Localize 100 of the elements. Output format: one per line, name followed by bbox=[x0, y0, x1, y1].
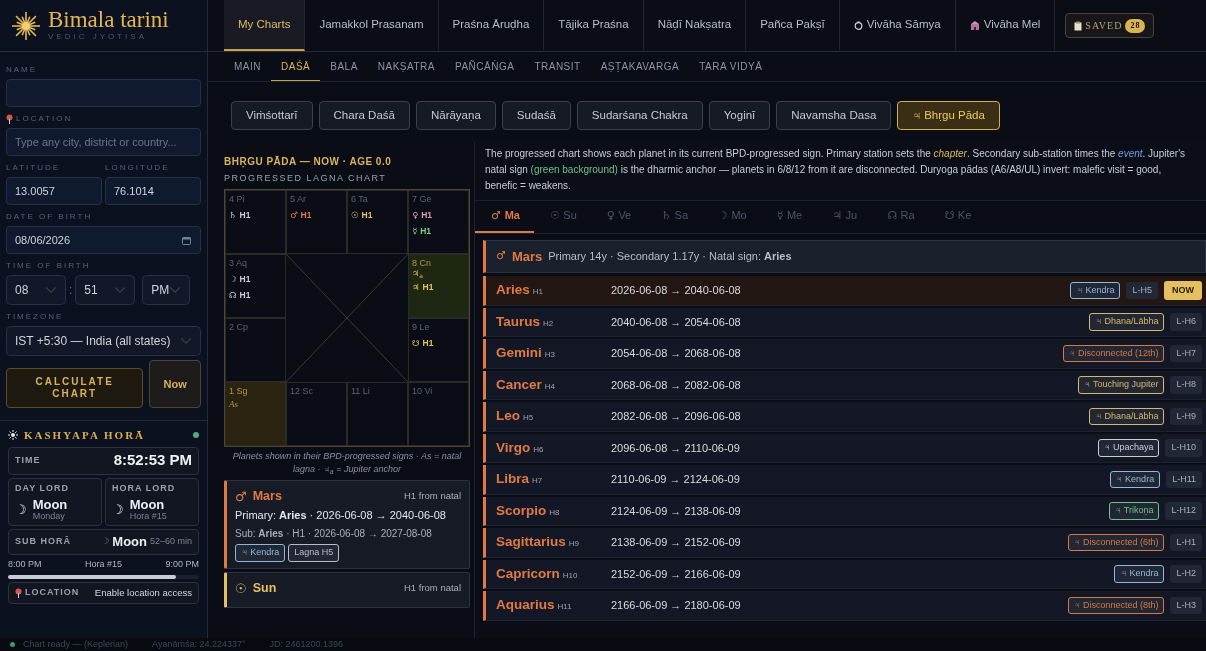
tag: ♃ Kendra bbox=[1109, 470, 1161, 489]
planet-position: ♂ H1 bbox=[290, 209, 313, 222]
house-label: 9 Le bbox=[412, 320, 431, 334]
section-tab[interactable]: MAIN bbox=[224, 52, 271, 81]
lagna-house-tag: L-H5 bbox=[1126, 281, 1158, 300]
dasha-row[interactable]: Virgo H6 2096-06-08 → 2110-06-09 ♃ Upachaya L-H10 bbox=[483, 433, 1206, 464]
date-range: 2096-06-08 → 2110-06-09 bbox=[611, 440, 741, 456]
brand-name: Bimala tarini bbox=[48, 8, 169, 31]
section-tab[interactable]: TRANSIT bbox=[524, 52, 591, 81]
dasha-row[interactable]: Leo H5 2082-06-08 → 2096-06-08 ♃ Dhana/Lābha L-H9 bbox=[483, 402, 1206, 432]
moon-glyph: ☽ bbox=[101, 535, 110, 549]
dasha-system-button[interactable]: Viṁśottarī bbox=[231, 101, 313, 131]
dasha-system-button[interactable]: Navamsha Dasa bbox=[776, 101, 892, 131]
timezone-select[interactable]: IST +5:30 — India (all states) bbox=[6, 326, 201, 356]
nav-tab[interactable]: Vivāha Mel bbox=[955, 0, 1056, 51]
planet-position: ☉ H1 bbox=[351, 209, 374, 222]
dasha-system-button[interactable]: ♃ Bhṛgu Pāda bbox=[897, 101, 1000, 131]
planet-position: ☿ H1 bbox=[412, 225, 433, 238]
tag: ♃ Dhana/Lābha bbox=[1089, 407, 1165, 426]
house-number: H9 bbox=[568, 538, 579, 551]
house-label: 12 Sc bbox=[290, 384, 314, 398]
planet-tab[interactable]: ♂ Ma bbox=[475, 201, 534, 233]
sign-name: Scorpio bbox=[496, 501, 547, 520]
ampm-select[interactable]: PM bbox=[142, 275, 191, 305]
section-tab[interactable]: NAKṢATRA bbox=[367, 52, 445, 81]
sun-icon bbox=[8, 430, 18, 441]
sub-period: Sub: Aries · H1 · 2026-06-08 → 2027-08-08 bbox=[235, 527, 433, 541]
hour-select[interactable]: 08 bbox=[6, 275, 66, 305]
location-field[interactable]: Type any city, district or country... bbox=[6, 128, 201, 156]
dasha-row[interactable]: Libra H7 2110-06-09 → 2124-06-09 ♃ Kendra L-H11 bbox=[483, 465, 1206, 495]
calculate-chart-button[interactable]: CALCULATE CHART bbox=[6, 368, 144, 408]
dasha-row[interactable]: Sagittarius H9 2138-06-09 → 2152-06-09 ♃ Disconnected (6th) L-H1 bbox=[483, 528, 1206, 558]
tag: Lagna H5 bbox=[288, 544, 340, 562]
dasha-system-button[interactable]: Chara Daśā bbox=[318, 101, 410, 131]
nav-tab[interactable]: Jamakkol Prasanam bbox=[305, 0, 439, 51]
nav-tab[interactable]: Praśna Āruḍha bbox=[438, 0, 545, 51]
nav-tab[interactable]: Nāḍī Nakṣatra bbox=[643, 0, 747, 51]
date-range: 2040-06-08 → 2054-06-08 bbox=[611, 314, 742, 330]
status-text: Chart ready — (Keplerian) bbox=[23, 637, 129, 651]
dasha-row[interactable]: Taurus H2 2040-06-08 → 2054-06-08 ♃ Dhana/Lābha L-H6 bbox=[483, 307, 1206, 338]
lagna-house-tag: L-H11 bbox=[1166, 470, 1202, 489]
now-badge: NOW bbox=[1164, 280, 1202, 301]
latitude-field[interactable]: 13.0057 bbox=[6, 177, 102, 205]
start-time: 8:00 PM bbox=[8, 558, 42, 572]
date-field[interactable]: 08/06/2026 bbox=[6, 226, 201, 254]
section-tab[interactable]: BALA bbox=[320, 52, 368, 81]
nav-tab[interactable]: Vivāha Sāmya bbox=[839, 0, 956, 51]
section-tab[interactable]: PAÑCĀṄGA bbox=[445, 52, 525, 81]
nav-tab[interactable]: Pañca Pakṣī bbox=[746, 0, 840, 51]
sign-name: Cancer bbox=[496, 375, 542, 394]
planet-position: ☊ H1 bbox=[229, 289, 252, 302]
lord-detail: Hora #15 bbox=[129, 512, 167, 523]
saved-count: 28 bbox=[1125, 18, 1146, 33]
nav-tab[interactable]: Tājika Praśna bbox=[544, 0, 644, 51]
date-range: 2026-06-08 → 2040-06-08 bbox=[611, 283, 742, 299]
sign-name: Taurus bbox=[496, 312, 540, 331]
lagna-house-tag: L-H1 bbox=[1170, 533, 1202, 552]
longitude-field[interactable]: 76.1014 bbox=[105, 177, 201, 205]
section-tab[interactable]: AṢṬAKAVARGA bbox=[590, 52, 690, 81]
sign-name: Aries bbox=[496, 281, 530, 300]
ayanamsa-value: Ayanāṁśa: 24.224337° bbox=[152, 637, 246, 651]
date-range: 2082-06-08 → 2096-06-08 bbox=[611, 409, 742, 425]
dasha-system-button[interactable]: Sudaśā bbox=[501, 101, 571, 131]
saved-button[interactable]: SAVED 28 bbox=[1065, 13, 1155, 38]
clipboard-icon bbox=[1074, 20, 1083, 31]
dasha-system-button[interactable]: Sudarśana Chakra bbox=[576, 101, 703, 131]
dasha-row[interactable]: Capricorn H10 2152-06-09 → 2166-06-09 ♃ Kendra L-H2 bbox=[483, 559, 1206, 590]
sign-name: Aquarius bbox=[496, 596, 555, 615]
dasha-row[interactable]: Scorpio H8 2124-06-09 → 2138-06-09 ♃ Trikoṇa L-H12 bbox=[483, 496, 1206, 527]
dasha-system-button[interactable]: Nārāyaṇa bbox=[415, 101, 496, 131]
dasha-row[interactable]: Cancer H4 2068-06-08 → 2082-06-08 ♃ Touching Jupiter L-H8 bbox=[483, 370, 1206, 401]
dasha-row[interactable]: Aquarius H11 2166-06-09 → 2180-06-09 ♃ Disconnected (8th) L-H3 bbox=[483, 591, 1206, 621]
enable-location-link[interactable]: Enable location access bbox=[94, 585, 192, 600]
house-number: H6 bbox=[533, 443, 544, 456]
planet-glyph: ♂ bbox=[496, 248, 506, 265]
tag: ♃ Disconnected (8th) bbox=[1067, 596, 1165, 615]
nav-tab[interactable]: My Charts bbox=[224, 0, 306, 51]
name-field[interactable] bbox=[6, 79, 201, 107]
now-button[interactable]: Now bbox=[149, 360, 201, 408]
moon-glyph: ☽ bbox=[15, 501, 27, 520]
time-value: 8:52:53 PM bbox=[113, 450, 192, 471]
house-number: H3 bbox=[544, 349, 555, 362]
sign-name: Virgo bbox=[496, 438, 531, 457]
house-number: H11 bbox=[557, 601, 572, 614]
card-label: SUB HORĀ bbox=[15, 535, 72, 549]
section-tab[interactable]: DAŚĀ bbox=[271, 52, 321, 81]
dasha-row[interactable]: Aries H1 2026-06-08 → 2040-06-08 ♃ Kendra L-H5 NOW bbox=[483, 276, 1206, 306]
section-tab[interactable]: TARA VIDYĀ bbox=[689, 52, 773, 81]
minute-select[interactable]: 51 bbox=[75, 275, 136, 305]
time-label: TIME bbox=[15, 453, 41, 467]
sign-name: Sagittarius bbox=[496, 533, 566, 552]
field-label: DATE OF BIRTH bbox=[6, 211, 93, 223]
chart-heading: BHṚGU PĀDA — NOW · AGE 0.0 bbox=[224, 155, 393, 170]
house-number: H7 bbox=[532, 475, 543, 488]
house-label: 8 Cn bbox=[412, 256, 432, 270]
dasha-row[interactable]: Gemini H3 2054-06-08 → 2068-06-08 ♃ Disconnected (12th) L-H7 bbox=[483, 339, 1206, 369]
dasha-system-button[interactable]: Yoginī bbox=[708, 101, 771, 131]
lagna-house-tag: L-H3 bbox=[1170, 596, 1202, 615]
field-label: LONGITUDE bbox=[105, 162, 170, 174]
field-label: LATITUDE bbox=[6, 162, 61, 174]
